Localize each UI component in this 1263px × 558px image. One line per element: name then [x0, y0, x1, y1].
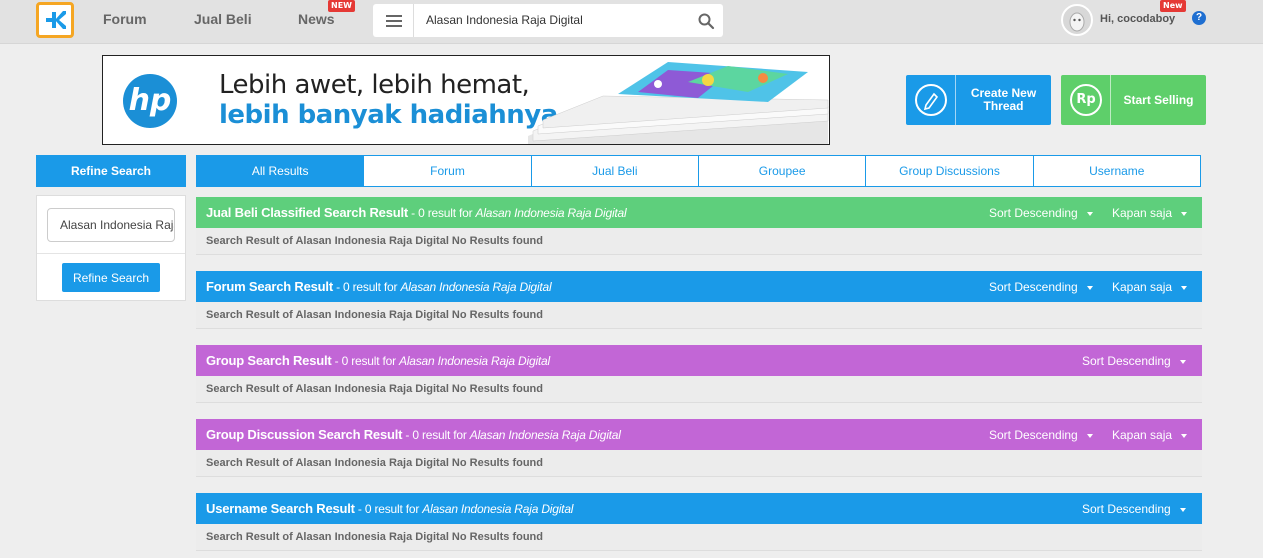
ghost-avatar-icon	[1069, 12, 1085, 32]
search-bar	[373, 4, 723, 37]
kaskus-k-icon	[46, 11, 66, 29]
result-title: Group Discussion Search Result - 0 resul…	[206, 427, 621, 442]
tab-jual-beli[interactable]: Jual Beli	[530, 156, 698, 186]
result-header: Forum Search Result - 0 result for Alasa…	[196, 271, 1202, 302]
nav-jual-beli-link[interactable]: Jual Beli	[194, 11, 252, 27]
search-icon[interactable]	[697, 12, 715, 30]
start-selling-button[interactable]: Rp Start Selling	[1061, 75, 1206, 125]
menu-icon[interactable]	[373, 4, 414, 37]
chevron-down-icon	[1179, 359, 1186, 364]
hp-banner-ad[interactable]: hp Lebih awet, lebih hemat, lebih banyak…	[102, 55, 830, 145]
time-dropdown[interactable]: Kapan saja	[1112, 428, 1188, 442]
chevron-down-icon	[1181, 211, 1188, 216]
result-header: Jual Beli Classified Search Result - 0 r…	[196, 197, 1202, 228]
pencil-icon	[915, 84, 947, 116]
chevron-down-icon	[1181, 285, 1188, 290]
time-dropdown[interactable]: Kapan saja	[1112, 280, 1188, 294]
group-result-section: Group Search Result - 0 result for Alasa…	[196, 345, 1202, 403]
divider	[37, 253, 185, 254]
create-thread-label: Create New Thread	[970, 86, 1037, 113]
tab-group-discussions[interactable]: Group Discussions	[865, 156, 1032, 186]
nav-forum-link[interactable]: Forum	[103, 11, 147, 27]
help-icon[interactable]: ?	[1192, 11, 1206, 25]
kaskus-logo[interactable]	[36, 2, 74, 38]
time-dropdown[interactable]: Kapan saja	[1112, 206, 1188, 220]
refine-search-button[interactable]: Refine Search	[62, 263, 160, 292]
jual-beli-result-section: Jual Beli Classified Search Result - 0 r…	[196, 197, 1202, 255]
group-discussion-result-section: Group Discussion Search Result - 0 resul…	[196, 419, 1202, 477]
tab-groupee[interactable]: Groupee	[697, 156, 865, 186]
sort-dropdown[interactable]: Sort Descending	[1082, 354, 1186, 368]
chevron-down-icon	[1179, 507, 1186, 512]
result-title: Jual Beli Classified Search Result - 0 r…	[206, 205, 627, 220]
chevron-down-icon	[1086, 285, 1093, 290]
nav-news-link[interactable]: News	[298, 11, 335, 27]
result-message: Search Result of Alasan Indonesia Raja D…	[196, 228, 1202, 255]
start-selling-label: Start Selling	[1123, 92, 1194, 107]
forum-result-section: Forum Search Result - 0 result for Alasa…	[196, 271, 1202, 329]
banner-subheadline: lebih banyak hadiahnya	[219, 100, 558, 130]
result-message: Search Result of Alasan Indonesia Raja D…	[196, 450, 1202, 477]
tab-all-results[interactable]: All Results	[197, 156, 364, 186]
result-title: Username Search Result - 0 result for Al…	[206, 501, 574, 516]
result-message: Search Result of Alasan Indonesia Raja D…	[196, 376, 1202, 403]
hp-logo: hp	[123, 74, 177, 128]
refine-search-heading: Refine Search	[36, 155, 186, 187]
result-title: Group Search Result - 0 result for Alasa…	[206, 353, 550, 368]
rupiah-icon: Rp	[1070, 84, 1102, 116]
result-tabs: All Results Forum Jual Beli Groupee Grou…	[196, 155, 1201, 187]
user-avatar[interactable]	[1061, 4, 1093, 36]
user-greeting[interactable]: Hi, cocodaboy	[1100, 13, 1175, 25]
result-header: Group Discussion Search Result - 0 resul…	[196, 419, 1202, 450]
result-title: Forum Search Result - 0 result for Alasa…	[206, 279, 552, 294]
sort-dropdown[interactable]: Sort Descending	[989, 280, 1093, 294]
sort-dropdown[interactable]: Sort Descending	[989, 428, 1093, 442]
result-message: Search Result of Alasan Indonesia Raja D…	[196, 302, 1202, 329]
sort-dropdown[interactable]: Sort Descending	[1082, 502, 1186, 516]
result-header: Group Search Result - 0 result for Alasa…	[196, 345, 1202, 376]
chevron-down-icon	[1086, 211, 1093, 216]
search-input[interactable]	[426, 13, 686, 27]
user-new-badge: New	[1160, 0, 1186, 12]
chevron-down-icon	[1086, 433, 1093, 438]
result-message: Search Result of Alasan Indonesia Raja D…	[196, 524, 1202, 551]
refine-search-panel: Refine Search	[36, 195, 186, 301]
banner-headline: Lebih awet, lebih hemat,	[219, 70, 530, 100]
username-result-section: Username Search Result - 0 result for Al…	[196, 493, 1202, 551]
chevron-down-icon	[1181, 433, 1188, 438]
tab-forum[interactable]: Forum	[363, 156, 530, 186]
paper-stack-image	[528, 62, 829, 144]
tab-username[interactable]: Username	[1032, 156, 1200, 186]
top-navbar: Forum Jual Beli News NEW Hi, cocodaboy N…	[0, 0, 1263, 44]
result-header: Username Search Result - 0 result for Al…	[196, 493, 1202, 524]
sort-dropdown[interactable]: Sort Descending	[989, 206, 1093, 220]
refine-search-input[interactable]	[47, 208, 175, 242]
news-new-badge: NEW	[328, 0, 355, 12]
create-thread-button[interactable]: Create New Thread	[906, 75, 1051, 125]
